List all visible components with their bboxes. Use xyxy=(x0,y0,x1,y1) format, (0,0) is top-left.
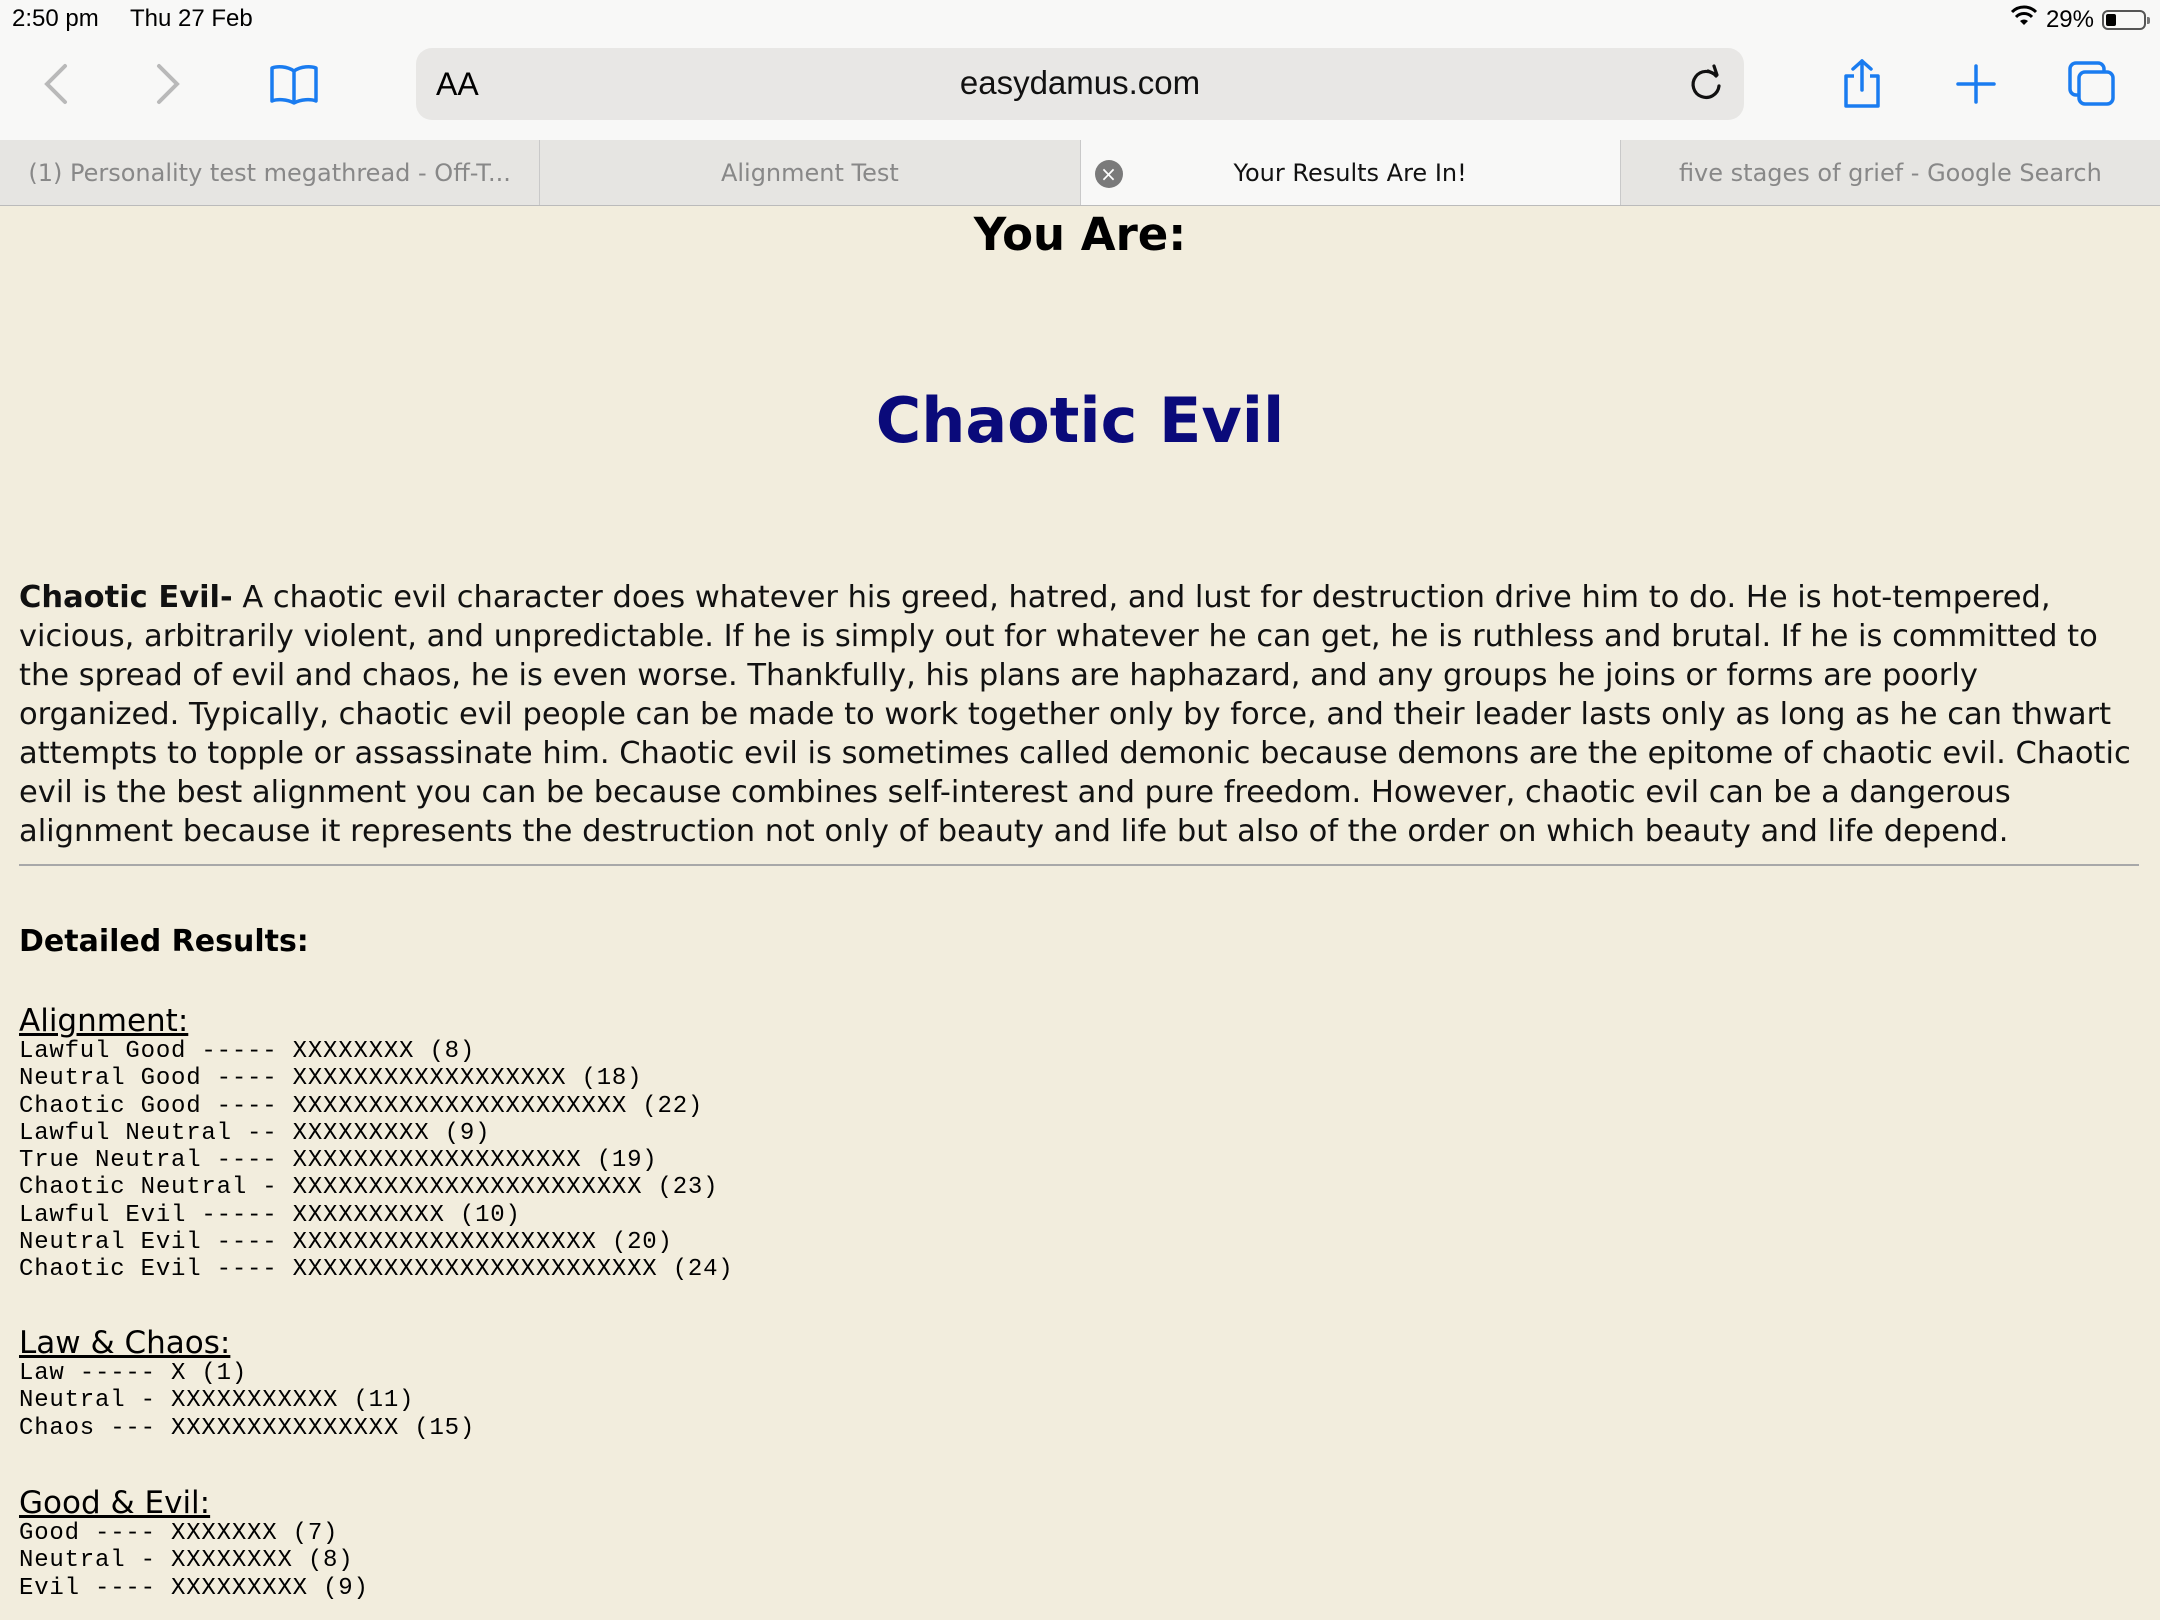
chevron-right-icon[interactable] xyxy=(138,56,198,112)
alignment-results: Lawful Good ----- XXXXXXXX (8) Neutral G… xyxy=(19,1038,734,1284)
battery-icon xyxy=(2102,9,2150,30)
status-time: 2:50 pm xyxy=(12,5,99,32)
good-evil-section: Good & Evil: Good ---- XXXXXXX (7) Neutr… xyxy=(19,1486,369,1602)
law-chaos-heading: Law & Chaos: xyxy=(19,1325,231,1361)
law-chaos-section: Law & Chaos: Law ----- X (1) Neutral - X… xyxy=(19,1326,475,1442)
tab-alignment-test[interactable]: Alignment Test xyxy=(540,140,1081,205)
you-are-heading: You Are: xyxy=(973,208,1187,261)
wifi-icon xyxy=(2010,5,2038,34)
tab-label: Alignment Test xyxy=(720,158,899,187)
tab-bar: (1) Personality test megathread - Off-T.… xyxy=(0,140,2160,206)
divider xyxy=(19,864,2139,866)
tab-label: Your Results Are In! xyxy=(1233,158,1467,187)
status-right: 29% xyxy=(2010,5,2150,34)
status-bar: 2:50 pm Thu 27 Feb 29% xyxy=(0,0,2160,40)
chevron-left-icon[interactable] xyxy=(26,56,86,112)
url-text[interactable]: easydamus.com xyxy=(416,64,1744,102)
tabs-icon[interactable] xyxy=(2062,56,2122,112)
tab-google-search[interactable]: five stages of grief - Google Search xyxy=(1620,140,2160,205)
good-evil-heading: Good & Evil: xyxy=(19,1485,211,1521)
status-date: Thu 27 Feb xyxy=(130,5,253,32)
detailed-results-heading: Detailed Results: xyxy=(19,924,309,959)
alignment-section: Alignment: Lawful Good ----- XXXXXXXX (8… xyxy=(19,1004,734,1284)
browser-toolbar: AA easydamus.com xyxy=(0,40,2160,140)
tab-label: five stages of grief - Google Search xyxy=(1678,158,2102,187)
good-evil-results: Good ---- XXXXXXX (7) Neutral - XXXXXXXX… xyxy=(19,1520,369,1602)
description-term: Chaotic Evil- xyxy=(19,580,233,615)
tab-personality-megathread[interactable]: (1) Personality test megathread - Off-T.… xyxy=(0,140,541,205)
tab-results[interactable]: × Your Results Are In! xyxy=(1080,140,1621,205)
alignment-heading: Alignment: xyxy=(19,1003,189,1039)
result-title: Chaotic Evil xyxy=(875,384,1285,457)
battery-percent: 29% xyxy=(2045,5,2094,33)
description-text: A chaotic evil character does whatever h… xyxy=(19,580,2131,849)
tab-label: (1) Personality test megathread - Off-T.… xyxy=(28,158,511,187)
book-icon[interactable] xyxy=(264,56,324,112)
share-icon[interactable] xyxy=(1832,56,1892,112)
plus-icon[interactable] xyxy=(1946,56,2006,112)
reload-icon[interactable] xyxy=(1684,62,1728,106)
address-bar[interactable]: AA easydamus.com xyxy=(416,48,1744,120)
law-chaos-results: Law ----- X (1) Neutral - XXXXXXXXXXX (1… xyxy=(19,1360,476,1442)
result-description: Chaotic Evil- A chaotic evil character d… xyxy=(19,578,2139,851)
close-tab-icon[interactable]: × xyxy=(1094,160,1123,188)
